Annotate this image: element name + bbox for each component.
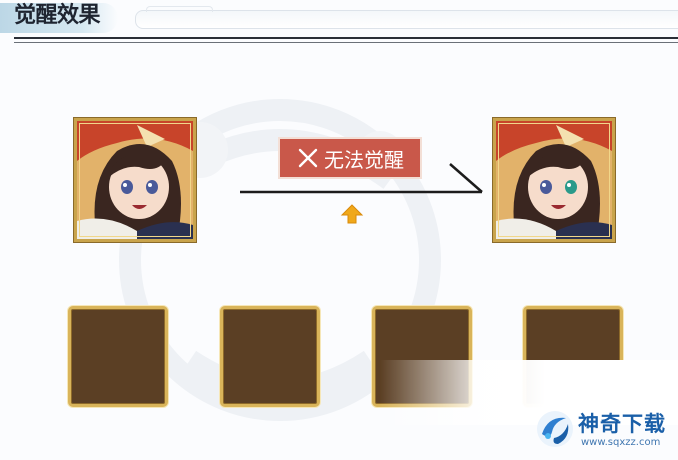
site-url: www.sqxzz.com xyxy=(581,437,661,448)
page-title: 觉醒效果 xyxy=(14,3,101,28)
site-logo-icon xyxy=(537,411,573,447)
material-slot-1[interactable] xyxy=(68,306,168,407)
site-name: 神奇下载 xyxy=(578,412,666,436)
up-arrow-icon xyxy=(340,204,364,224)
site-watermark: 神奇下载 www.sqxzz.com xyxy=(534,404,678,458)
material-slot-2[interactable] xyxy=(220,306,320,407)
crossed-swords-icon xyxy=(298,148,318,168)
header-divider-thin xyxy=(14,42,678,43)
header-divider xyxy=(14,37,678,39)
awaken-status-label: 无法觉醒 xyxy=(324,147,404,172)
character-portrait-icon xyxy=(77,121,193,239)
character-portrait-icon xyxy=(496,121,612,239)
awakening-panel: 觉醒效果 无法觉醒 神奇下载 www.sqxzz.com xyxy=(0,0,678,460)
portrait-after[interactable] xyxy=(492,117,616,243)
header-tab-strip xyxy=(135,6,678,29)
awaken-status-badge: 无法觉醒 xyxy=(280,139,420,177)
portrait-before[interactable] xyxy=(73,117,197,243)
